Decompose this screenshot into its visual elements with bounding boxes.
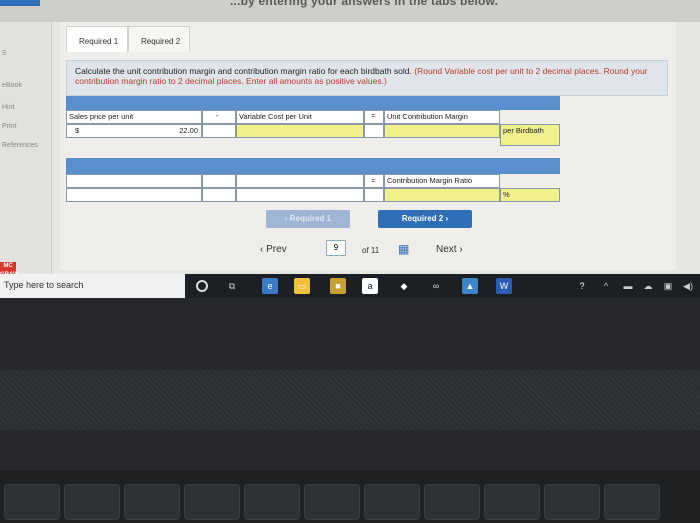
cm-ratio-table: = Contribution Margin Ratio % (66, 158, 560, 208)
chevron-up-icon[interactable]: ^ (598, 278, 614, 294)
keyboard-key (184, 484, 240, 520)
prev-required-label: Required 1 (289, 214, 332, 223)
tab-required-2[interactable]: Required 2 (128, 26, 190, 52)
keyboard-key (544, 484, 600, 520)
task-view-icon[interactable]: ⧉ (224, 278, 240, 294)
sidebar-letter: s (2, 47, 7, 57)
unit-label: per Birdbath (500, 124, 560, 146)
page-count: of 11 (362, 246, 380, 255)
currency-symbol: $ (75, 126, 80, 135)
battery-icon: ▬ (623, 281, 633, 291)
blank-cell[interactable] (236, 188, 364, 202)
next-button[interactable]: Next › (436, 244, 463, 255)
blank-cell[interactable] (236, 174, 364, 188)
keyboard-key (244, 484, 300, 520)
next-label: Next (436, 244, 457, 255)
keyboard-key (604, 484, 660, 520)
next-required-button[interactable]: Required 2 › (378, 210, 472, 228)
amazon-icon[interactable]: a (362, 278, 378, 294)
sidebar-item-ebook[interactable]: eBook (2, 82, 22, 89)
keyboard-key (64, 484, 120, 520)
spacer-cell (202, 174, 236, 188)
speaker-grille (0, 370, 700, 430)
sales-price-cell: $ 22.00 (66, 124, 202, 138)
prev-button[interactable]: ‹ Prev (260, 244, 287, 255)
keyboard-key (424, 484, 480, 520)
page-number: 9 (333, 243, 339, 252)
grid-icon[interactable]: ▦ (398, 242, 412, 256)
help-icon[interactable]: ? (574, 278, 590, 294)
blank-cell[interactable] (66, 174, 202, 188)
question-panel: Required 1 Required 2 Calculate the unit… (60, 22, 676, 270)
cortana-icon[interactable] (196, 280, 208, 292)
keyboard-key (364, 484, 420, 520)
prev-required-button[interactable]: ‹ Required 1 (266, 210, 350, 228)
app-icon[interactable]: ■ (330, 278, 346, 294)
photos-icon[interactable]: ▲ (462, 278, 478, 294)
speaker-icon[interactable]: ◀) (680, 278, 696, 294)
monitor-icon: ▣ (663, 281, 673, 291)
page-number-box[interactable]: 9 (326, 240, 346, 256)
blank-cell[interactable] (66, 188, 202, 202)
unit-cm-input[interactable] (384, 124, 500, 138)
instructions-text: Calculate the unit contribution margin a… (75, 66, 412, 76)
window-topbar: ...by entering your answers in the tabs … (0, 0, 700, 22)
cloud-icon: ☁ (643, 281, 653, 291)
instructions: Calculate the unit contribution margin a… (66, 60, 668, 96)
spacer-cell (202, 124, 236, 138)
spacer-cell (364, 188, 384, 202)
taskbar: Type here to search ⧉ e ▭ ■ a ◆ ∞ ▲ W ? … (0, 274, 700, 298)
sales-price-value: 22.00 (179, 126, 198, 135)
taskbar-search[interactable]: Type here to search (0, 274, 185, 298)
keyboard-key (304, 484, 360, 520)
browser-screen: ...by entering your answers in the tabs … (0, 0, 700, 290)
keyboard-key (4, 484, 60, 520)
sidebar-item-references[interactable]: References (2, 142, 38, 149)
spacer-cell (202, 110, 236, 124)
spacer-cell (364, 124, 384, 138)
percent-cell: % (500, 188, 560, 202)
left-sidebar: s eBook Hint Print References MCGRAWHILL (0, 22, 52, 290)
folder-icon[interactable]: ▭ (294, 278, 310, 294)
infinity-icon[interactable]: ∞ (428, 278, 444, 294)
sales-price-label: Sales price per unit (66, 110, 202, 124)
dropbox-icon[interactable]: ◆ (396, 278, 412, 294)
search-placeholder: Type here to search (4, 280, 84, 290)
tab-required-1[interactable]: Required 1 (66, 26, 128, 52)
equals-operator: = (371, 176, 376, 185)
table-header-bar (66, 158, 560, 174)
cm-ratio-input[interactable] (384, 188, 500, 202)
keyboard-key (484, 484, 540, 520)
cm-ratio-label: Contribution Margin Ratio (384, 174, 500, 188)
keyboard-key (124, 484, 180, 520)
word-icon[interactable]: W (496, 278, 512, 294)
next-required-label: Required 2 (401, 214, 444, 223)
variable-cost-input[interactable] (236, 124, 364, 138)
topbar-accent (0, 0, 40, 6)
sidebar-item-hint[interactable]: Hint (2, 104, 14, 111)
minus-operator: - (216, 111, 219, 120)
variable-cost-label: Variable Cost per Unit (236, 110, 364, 124)
prev-label: Prev (266, 244, 287, 255)
unit-cm-table: Sales price per unit $ 22.00 - Variable … (66, 96, 560, 148)
table-header-bar (66, 96, 560, 110)
unit-cm-label: Unit Contribution Margin (384, 110, 500, 124)
percent-label: % (503, 190, 510, 199)
sidebar-item-print[interactable]: Print (2, 123, 16, 130)
spacer-cell (202, 188, 236, 202)
browser-icon[interactable]: e (262, 278, 278, 294)
per-birdbath-label: per Birdbath (503, 126, 544, 135)
equals-operator: = (371, 111, 376, 120)
window-title: ...by entering your answers in the tabs … (230, 0, 499, 8)
